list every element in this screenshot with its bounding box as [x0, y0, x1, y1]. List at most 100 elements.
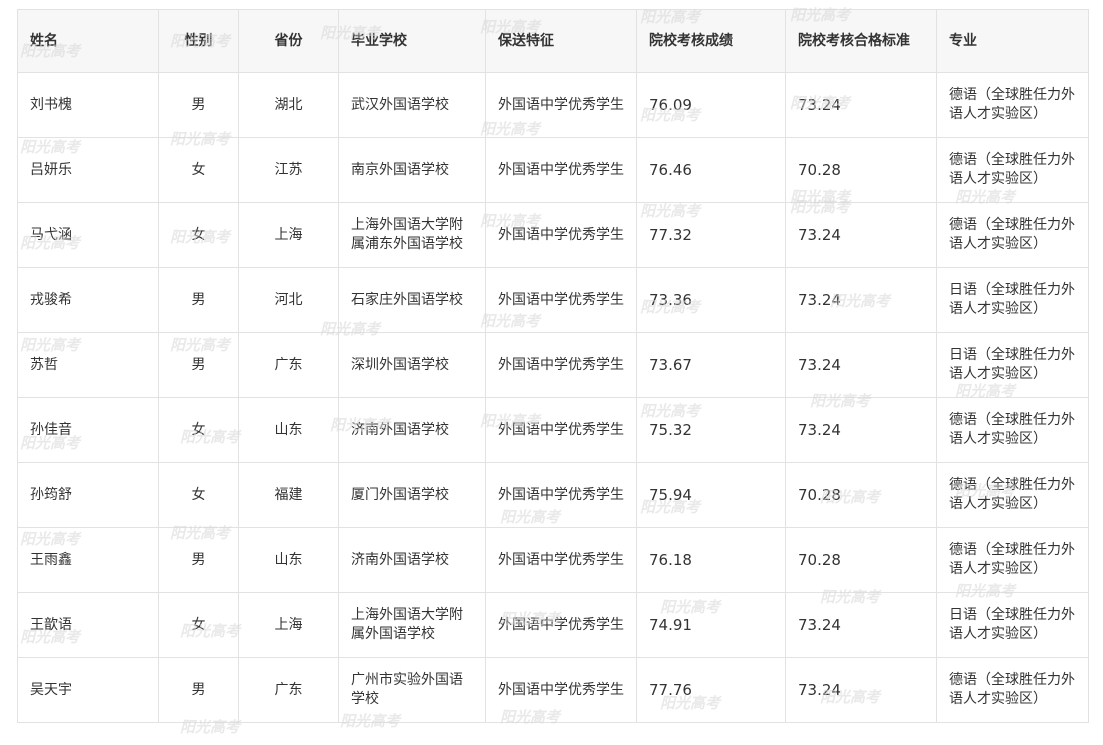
cell-gender: 女	[158, 592, 239, 658]
cell-standard: 73.24	[785, 657, 937, 723]
cell-province: 河北	[238, 267, 339, 333]
cell-score: 76.18	[636, 527, 786, 593]
table-row: 刘书槐男湖北 武汉外国语学校 外国语中学优秀学生 76.09 73.24 德语（全球胜任力…	[17, 72, 1089, 138]
cell-feature: 外国语中学优秀学生	[485, 657, 637, 723]
cell-gender: 女	[158, 397, 239, 463]
cell-school: 上海外国语大学附属浦东外国语学校	[338, 202, 486, 268]
cell-province: 上海	[238, 202, 339, 268]
header-province: 省份	[238, 9, 339, 73]
table-header-row: 姓名 性别 省份 毕业学校 保送特征 院校考核成绩 院校考核合格标准 专业	[17, 9, 1089, 73]
header-feature: 保送特征	[485, 9, 637, 73]
cell-major: 德语（全球胜任力外语人才实验区）	[936, 72, 1089, 138]
cell-name: 马弋涵	[17, 202, 159, 268]
cell-province: 山东	[238, 397, 339, 463]
cell-feature: 外国语中学优秀学生	[485, 332, 637, 398]
cell-score: 76.09	[636, 72, 786, 138]
cell-major: 德语（全球胜任力外语人才实验区）	[936, 462, 1089, 528]
cell-major: 日语（全球胜任力外语人才实验区）	[936, 267, 1089, 333]
table-row: 王歆语女上海 上海外国语大学附属外国语学校 外国语中学优秀学生 74.91 73.24 日…	[17, 592, 1089, 658]
cell-name: 孙筠舒	[17, 462, 159, 528]
cell-school: 深圳外国语学校	[338, 332, 486, 398]
cell-school: 南京外国语学校	[338, 137, 486, 203]
cell-gender: 女	[158, 202, 239, 268]
cell-name: 吴天宇	[17, 657, 159, 723]
table-row: 马弋涵女上海 上海外国语大学附属浦东外国语学校 外国语中学优秀学生 77.32 73.2…	[17, 202, 1089, 268]
cell-standard: 73.24	[785, 397, 937, 463]
cell-province: 福建	[238, 462, 339, 528]
cell-province: 广东	[238, 332, 339, 398]
cell-name: 戎骏希	[17, 267, 159, 333]
cell-gender: 男	[158, 332, 239, 398]
table-row: 王雨鑫男山东 济南外国语学校 外国语中学优秀学生 76.18 70.28 德语（全球胜任力…	[17, 527, 1089, 593]
table-row: 孙佳音女山东 济南外国语学校 外国语中学优秀学生 75.32 73.24 德语（全球胜任力…	[17, 397, 1089, 463]
cell-feature: 外国语中学优秀学生	[485, 72, 637, 138]
cell-gender: 男	[158, 527, 239, 593]
cell-school: 上海外国语大学附属外国语学校	[338, 592, 486, 658]
cell-score: 73.36	[636, 267, 786, 333]
cell-standard: 73.24	[785, 267, 937, 333]
cell-name: 吕妍乐	[17, 137, 159, 203]
header-gender: 性别	[158, 9, 239, 73]
cell-feature: 外国语中学优秀学生	[485, 397, 637, 463]
cell-province: 上海	[238, 592, 339, 658]
cell-name: 孙佳音	[17, 397, 159, 463]
header-major: 专业	[936, 9, 1089, 73]
table-row: 苏哲男广东 深圳外国语学校 外国语中学优秀学生 73.67 73.24 日语（全球胜任力外…	[17, 332, 1089, 398]
cell-feature: 外国语中学优秀学生	[485, 527, 637, 593]
cell-standard: 73.24	[785, 592, 937, 658]
cell-gender: 男	[158, 267, 239, 333]
cell-score: 74.91	[636, 592, 786, 658]
cell-school: 石家庄外国语学校	[338, 267, 486, 333]
table-row: 吕妍乐女江苏 南京外国语学校 外国语中学优秀学生 76.46 70.28 德语（全球胜任力…	[17, 137, 1089, 203]
cell-standard: 73.24	[785, 202, 937, 268]
cell-major: 日语（全球胜任力外语人才实验区）	[936, 592, 1089, 658]
admission-table: 姓名 性别 省份 毕业学校 保送特征 院校考核成绩 院校考核合格标准 专业 刘书…	[17, 9, 1089, 723]
cell-major: 德语（全球胜任力外语人才实验区）	[936, 657, 1089, 723]
cell-gender: 女	[158, 137, 239, 203]
cell-feature: 外国语中学优秀学生	[485, 267, 637, 333]
cell-standard: 70.28	[785, 137, 937, 203]
cell-name: 苏哲	[17, 332, 159, 398]
cell-gender: 男	[158, 657, 239, 723]
cell-score: 77.32	[636, 202, 786, 268]
table-body: 刘书槐男湖北 武汉外国语学校 外国语中学优秀学生 76.09 73.24 德语（全球胜任力…	[17, 72, 1089, 723]
cell-feature: 外国语中学优秀学生	[485, 592, 637, 658]
cell-major: 德语（全球胜任力外语人才实验区）	[936, 397, 1089, 463]
table-row: 吴天宇男广东 广州市实验外国语学校 外国语中学优秀学生 77.76 73.24 德语（全球…	[17, 657, 1089, 723]
cell-standard: 73.24	[785, 332, 937, 398]
cell-school: 济南外国语学校	[338, 397, 486, 463]
cell-score: 75.32	[636, 397, 786, 463]
cell-feature: 外国语中学优秀学生	[485, 137, 637, 203]
cell-gender: 女	[158, 462, 239, 528]
table-row: 孙筠舒女福建 厦门外国语学校 外国语中学优秀学生 75.94 70.28 德语（全球胜任力…	[17, 462, 1089, 528]
cell-standard: 70.28	[785, 527, 937, 593]
cell-score: 75.94	[636, 462, 786, 528]
table-row: 戎骏希男河北 石家庄外国语学校 外国语中学优秀学生 73.36 73.24 日语（全球胜任…	[17, 267, 1089, 333]
cell-major: 德语（全球胜任力外语人才实验区）	[936, 527, 1089, 593]
cell-major: 德语（全球胜任力外语人才实验区）	[936, 137, 1089, 203]
cell-major: 德语（全球胜任力外语人才实验区）	[936, 202, 1089, 268]
cell-province: 广东	[238, 657, 339, 723]
cell-major: 日语（全球胜任力外语人才实验区）	[936, 332, 1089, 398]
cell-score: 76.46	[636, 137, 786, 203]
cell-standard: 73.24	[785, 72, 937, 138]
cell-feature: 外国语中学优秀学生	[485, 202, 637, 268]
header-school: 毕业学校	[338, 9, 486, 73]
cell-name: 刘书槐	[17, 72, 159, 138]
header-standard: 院校考核合格标准	[785, 9, 937, 73]
cell-score: 77.76	[636, 657, 786, 723]
cell-school: 济南外国语学校	[338, 527, 486, 593]
cell-standard: 70.28	[785, 462, 937, 528]
cell-score: 73.67	[636, 332, 786, 398]
header-name: 姓名	[17, 9, 159, 73]
cell-province: 湖北	[238, 72, 339, 138]
header-score: 院校考核成绩	[636, 9, 786, 73]
cell-province: 江苏	[238, 137, 339, 203]
cell-school: 广州市实验外国语学校	[338, 657, 486, 723]
cell-feature: 外国语中学优秀学生	[485, 462, 637, 528]
cell-name: 王雨鑫	[17, 527, 159, 593]
cell-gender: 男	[158, 72, 239, 138]
cell-province: 山东	[238, 527, 339, 593]
cell-school: 厦门外国语学校	[338, 462, 486, 528]
cell-school: 武汉外国语学校	[338, 72, 486, 138]
